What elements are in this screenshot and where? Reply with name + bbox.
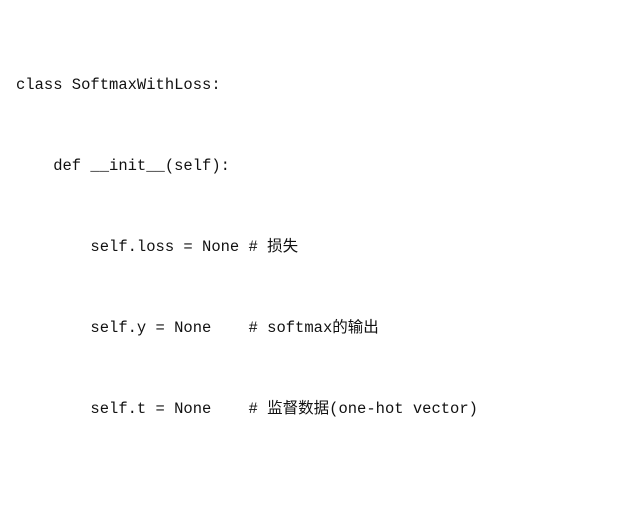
code-line: self.loss = None # 损失 <box>16 234 617 261</box>
code-line: def __init__(self): <box>16 153 617 180</box>
code-line: self.y = None # softmax的输出 <box>16 315 617 342</box>
code-block: class SoftmaxWithLoss: def __init__(self… <box>0 0 633 517</box>
code-line: class SoftmaxWithLoss: <box>16 72 617 99</box>
code-line: self.t = None # 监督数据(one-hot vector) <box>16 396 617 423</box>
